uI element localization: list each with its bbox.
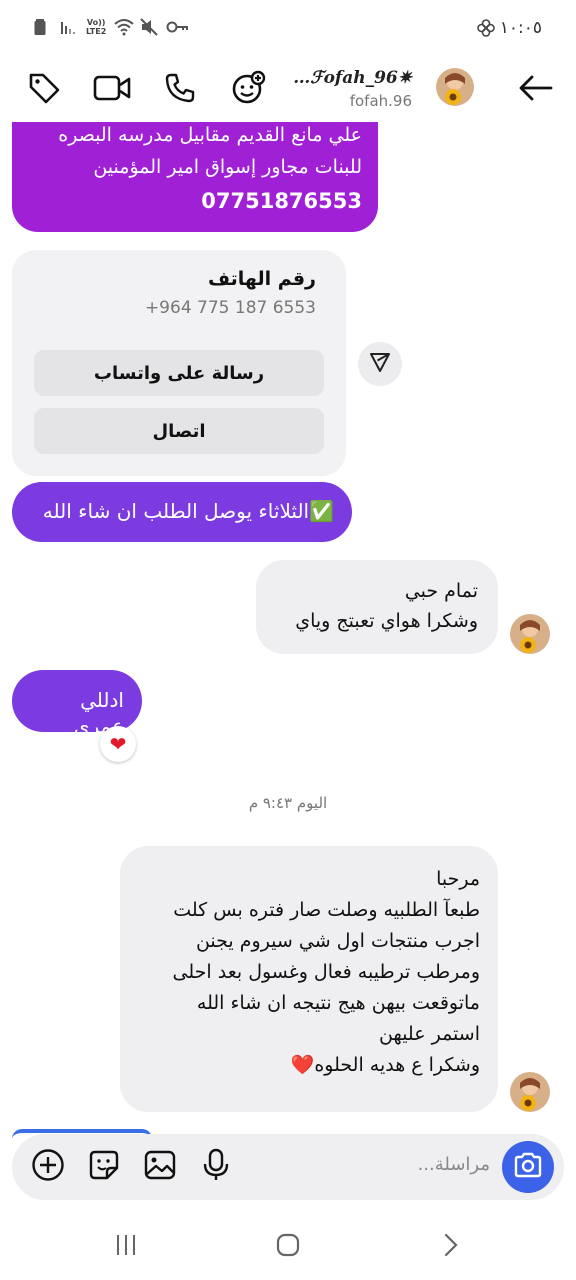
message-text: مرحبا	[436, 868, 480, 890]
battery-icon	[34, 18, 52, 36]
message-text: تمام حبي	[404, 580, 478, 602]
phone-call-icon	[164, 72, 196, 108]
message-text: وشكرا ع هديه الحلوه❤️	[290, 1054, 480, 1076]
add-emoji-button[interactable]	[226, 68, 270, 112]
chat-header: …ℱofah_96✷ fofah.96	[0, 58, 576, 122]
message-text: للبنات مجاور إسواق امير المؤمنين	[93, 156, 362, 178]
system-nav-bar	[0, 1214, 576, 1280]
sticker-icon	[87, 1148, 121, 1186]
video-call-button[interactable]	[90, 68, 134, 112]
message-text: علي مانع القديم مقابيل مدرسه البصره	[58, 124, 362, 146]
status-bar: Vo)) LTE2 ١٠:٠٥	[0, 0, 576, 58]
recent-apps-icon	[114, 1233, 138, 1261]
heart-reaction-icon[interactable]: ❤	[100, 726, 136, 762]
camera-button[interactable]	[502, 1141, 554, 1193]
call-button[interactable]: اتصال	[34, 408, 324, 454]
message-text: ✅الثلاثاء يوصل الطلب ان شاء الله	[42, 499, 334, 523]
camera-icon	[513, 1152, 543, 1182]
tag-button[interactable]	[22, 68, 66, 112]
message-list[interactable]: علي مانع القديم مقابيل مدرسه البصره للبن…	[0, 122, 576, 1128]
message-composer: مراسلة...	[12, 1134, 564, 1200]
message-text: ومرطب ترطيبه فعال وغسول بعد احلى	[172, 961, 480, 983]
wifi-icon	[114, 18, 134, 36]
add-icon	[31, 1148, 65, 1186]
message-text: وشكرا هواي تعبتج وياي	[295, 610, 478, 632]
back-button[interactable]	[514, 68, 558, 112]
message-bubble-address[interactable]: علي مانع القديم مقابيل مدرسه البصره للبن…	[12, 122, 378, 232]
back-icon	[440, 1233, 460, 1261]
share-button[interactable]	[358, 342, 402, 386]
message-text: طبعآ الطلبيه وصلت صار فتره بس كلت	[173, 899, 480, 921]
recent-apps-button[interactable]	[106, 1232, 146, 1262]
message-bubble-reply-short[interactable]: ادللي عمري	[12, 670, 142, 738]
contact-card-title: رقم الهاتف	[208, 268, 316, 290]
sender-avatar[interactable]	[510, 1072, 550, 1112]
contact-card-number: +964 775 187 6553	[144, 298, 316, 318]
message-text: اجرب منتجات اول شي سيروم يجنن	[195, 930, 480, 952]
message-text: استمر عليهن	[378, 1023, 480, 1045]
sender-avatar[interactable]	[510, 614, 550, 654]
status-icons-left: Vo)) LTE2	[34, 18, 189, 36]
clock: ١٠:٠٥	[499, 18, 542, 38]
tag-icon	[27, 71, 61, 109]
mute-icon	[140, 18, 158, 36]
add-button[interactable]	[28, 1147, 68, 1187]
video-call-icon	[93, 73, 131, 107]
contact-display-name[interactable]: …ℱofah_96✷	[293, 68, 412, 88]
message-bubble-delivery[interactable]: ✅الثلاثاء يوصل الطلب ان شاء الله	[12, 482, 352, 542]
network-type-label: Vo)) LTE2	[86, 18, 107, 36]
voice-record-button[interactable]	[196, 1147, 236, 1187]
message-timestamp: اليوم ٩:٤٣ م	[248, 794, 328, 812]
status-icons-right: ١٠:٠٥	[476, 18, 542, 38]
back-arrow-icon	[519, 75, 553, 105]
gallery-icon	[143, 1148, 177, 1186]
sticker-button[interactable]	[84, 1147, 124, 1187]
message-bubble-long[interactable]: مرحبا طبعآ الطلبيه وصلت صار فتره بس كلت …	[120, 846, 498, 1112]
key-icon	[166, 18, 189, 36]
whatsapp-message-button[interactable]: رسالة على واتساب	[34, 350, 324, 396]
settings-flower-icon	[476, 19, 495, 37]
phone-contact-card: رقم الهاتف +964 775 187 6553 رسالة على و…	[12, 250, 346, 476]
microphone-icon	[201, 1148, 231, 1186]
contact-avatar[interactable]	[436, 68, 474, 106]
phone-call-button[interactable]	[158, 68, 202, 112]
message-bubble-reply[interactable]: تمام حبي وشكرا هواي تعبتج وياي	[256, 560, 498, 654]
back-nav-button[interactable]	[430, 1232, 470, 1262]
message-phone-link[interactable]: 07751876553	[28, 188, 362, 214]
send-arrow-icon	[369, 351, 391, 377]
contact-username[interactable]: fofah.96	[350, 92, 412, 110]
gallery-button[interactable]	[140, 1147, 180, 1187]
message-text: ماتوقعت بيهن هيج نتيجه ان شاء الله	[196, 992, 480, 1014]
message-input[interactable]: مراسلة...	[418, 1154, 490, 1175]
home-icon	[276, 1233, 300, 1261]
signal-icon	[60, 18, 78, 36]
home-button[interactable]	[268, 1232, 308, 1262]
add-emoji-icon	[230, 70, 266, 110]
